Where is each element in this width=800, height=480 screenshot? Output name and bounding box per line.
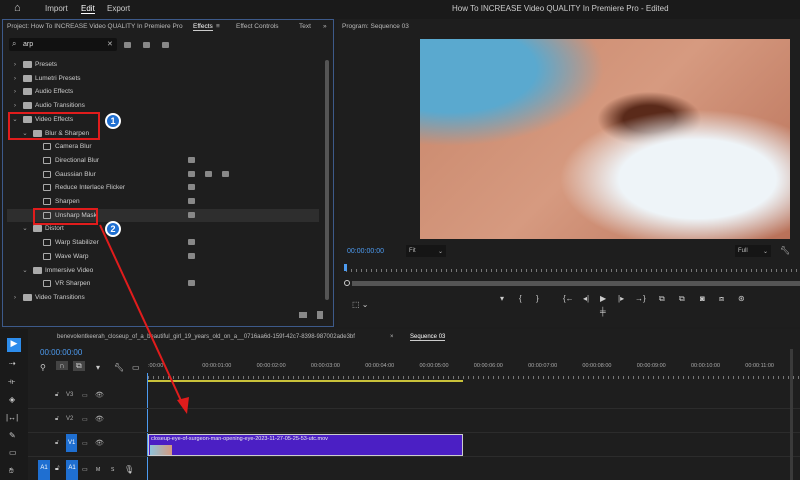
red-arrow xyxy=(99,224,189,414)
